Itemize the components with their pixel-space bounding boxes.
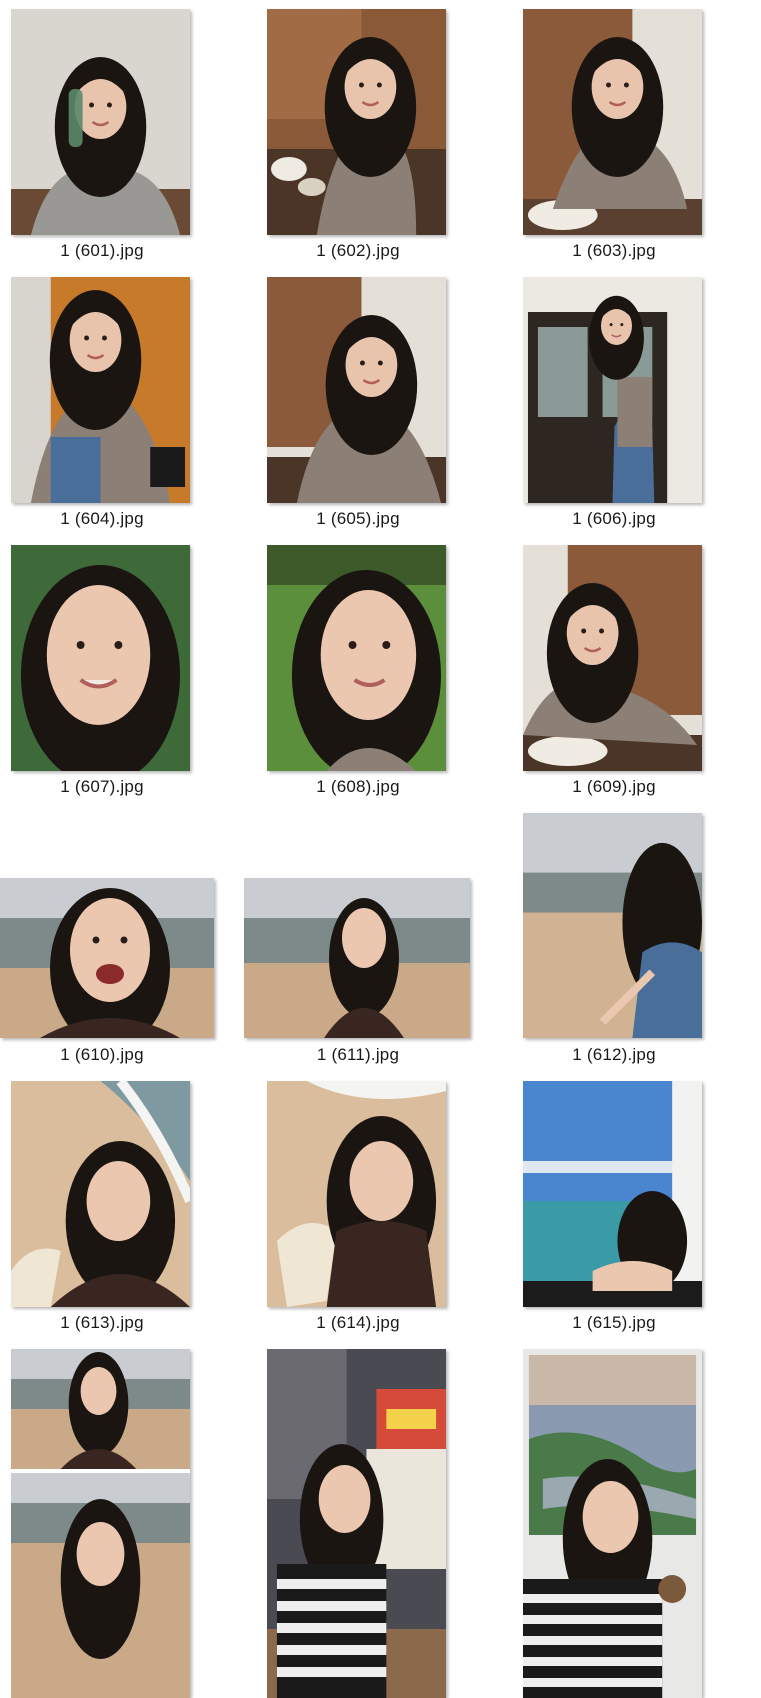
file-name-label: 1 (609).jpg [572, 777, 656, 796]
file-name-label: 1 (611).jpg [316, 1045, 400, 1064]
file-item[interactable]: 1 (607).jpg [0, 536, 256, 806]
file-thumbnail [11, 9, 190, 235]
file-name-label: 1 (612).jpg [572, 1045, 656, 1064]
photo-image [11, 1349, 190, 1698]
photo-image [267, 1081, 446, 1307]
file-item[interactable] [512, 1340, 761, 1698]
file-name-label: 1 (606).jpg [572, 509, 656, 528]
file-item[interactable]: 1 (609).jpg [512, 536, 761, 806]
file-item[interactable]: 1 (602).jpg [256, 0, 512, 270]
file-thumbnail [267, 277, 446, 503]
photo-image [523, 277, 702, 503]
file-name-label: 1 (615).jpg [572, 1313, 656, 1332]
photo-image [11, 1081, 190, 1307]
file-name-label: 1 (603).jpg [572, 241, 656, 260]
file-thumbnail [267, 545, 446, 771]
file-name-label: 1 (610).jpg [60, 1045, 144, 1064]
file-item[interactable] [0, 1340, 256, 1698]
file-thumbnail [523, 1081, 702, 1307]
file-thumbnail [523, 1349, 702, 1698]
file-item[interactable]: 1 (604).jpg [0, 268, 256, 538]
file-thumbnail [523, 545, 702, 771]
file-item[interactable]: 1 (610).jpg [0, 804, 256, 1074]
file-item[interactable]: 1 (605).jpg [256, 268, 512, 538]
file-item[interactable]: 1 (601).jpg [0, 0, 256, 270]
file-name-label: 1 (604).jpg [60, 509, 144, 528]
photo-image [523, 813, 702, 1038]
photo-image [267, 277, 446, 503]
file-item[interactable]: 1 (614).jpg [256, 1072, 512, 1342]
file-name-label: 1 (605).jpg [316, 509, 400, 528]
file-item[interactable]: 1 (613).jpg [0, 1072, 256, 1342]
file-thumbnail [267, 1349, 446, 1698]
photo-image [0, 878, 214, 1038]
file-thumbnail [523, 813, 702, 1038]
file-thumbnail [523, 277, 702, 503]
file-thumbnail [523, 9, 702, 235]
photo-image [267, 9, 446, 235]
file-explorer-view: { "files": [ {"name": "1 (601).jpg", "sc… [0, 0, 761, 1698]
file-name-label: 1 (601).jpg [60, 241, 144, 260]
photo-image [523, 1081, 702, 1307]
photo-image [523, 1349, 702, 1698]
file-name-label: 1 (607).jpg [60, 777, 144, 796]
file-thumbnail [0, 878, 214, 1038]
photo-image [11, 545, 190, 771]
file-name-label: 1 (613).jpg [60, 1313, 144, 1332]
photo-image [11, 9, 190, 235]
file-item[interactable]: 1 (612).jpg [512, 804, 761, 1074]
file-name-label: 1 (608).jpg [316, 777, 400, 796]
file-item[interactable]: 1 (615).jpg [512, 1072, 761, 1342]
file-thumbnail [11, 1081, 190, 1307]
file-item[interactable]: 1 (611).jpg [244, 804, 512, 1074]
file-thumbnail [267, 9, 446, 235]
photo-image [267, 1349, 446, 1698]
file-thumbnail [11, 545, 190, 771]
file-name-label: 1 (614).jpg [316, 1313, 400, 1332]
file-item[interactable]: 1 (606).jpg [512, 268, 761, 538]
file-item[interactable]: 1 (608).jpg [256, 536, 512, 806]
file-thumbnail [244, 878, 470, 1038]
photo-image [244, 878, 470, 1038]
file-name-label: 1 (602).jpg [316, 241, 400, 260]
file-thumbnail [11, 277, 190, 503]
file-item[interactable] [256, 1340, 512, 1698]
photo-image [267, 545, 446, 771]
photo-image [523, 545, 702, 771]
file-thumbnail [267, 1081, 446, 1307]
photo-image [523, 9, 702, 235]
photo-image [11, 277, 190, 503]
file-item[interactable]: 1 (603).jpg [512, 0, 761, 270]
file-thumbnail [11, 1349, 190, 1698]
